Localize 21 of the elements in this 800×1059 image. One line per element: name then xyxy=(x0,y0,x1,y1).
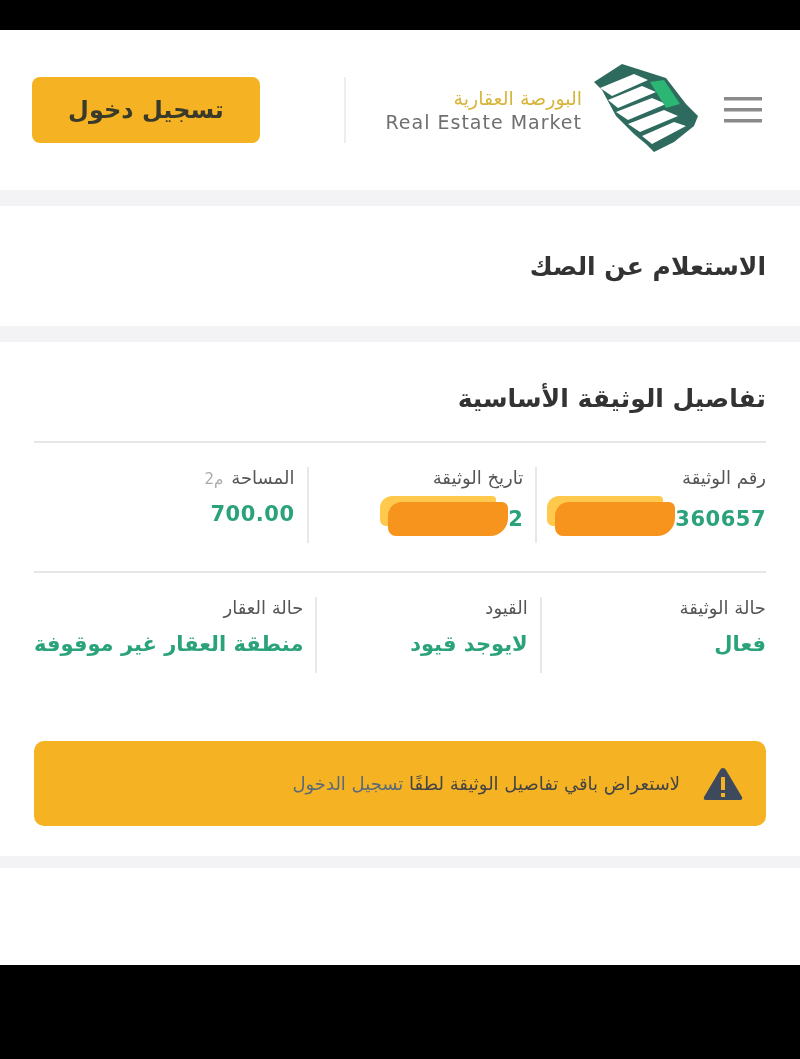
menu-icon[interactable] xyxy=(724,95,762,125)
login-button[interactable]: تسجيل دخول xyxy=(32,77,260,143)
field-value: 700.00 xyxy=(210,502,295,526)
section-title: تفاصيل الوثيقة الأساسية xyxy=(456,384,766,413)
section-title: الاستعلام عن الصك xyxy=(529,251,766,281)
field-value: 2 xyxy=(508,507,524,531)
field-value: منطقة العقار غير موقوفة xyxy=(34,632,304,656)
field-label: تاريخ الوثيقة xyxy=(432,467,524,488)
logo-arabic-text: البورصة العقارية xyxy=(453,87,582,109)
notice-text: لاستعراض باقي تفاصيل الوثيقة لطفًا تسجيل الدخول xyxy=(292,773,680,794)
field-label: رقم الوثيقة xyxy=(682,467,766,488)
field-value: 360657 xyxy=(675,507,766,531)
field-value: فعال xyxy=(714,632,766,656)
unit-label: م2 xyxy=(204,470,224,488)
logo-english-text: Real Estate Market xyxy=(385,111,582,133)
field-label: القيود xyxy=(485,597,528,618)
field-label: المساحة xyxy=(231,467,295,488)
field-label: حالة الوثيقة xyxy=(679,597,766,618)
field-value: لايوجد قيود xyxy=(410,632,528,656)
warning-icon xyxy=(702,765,744,802)
field-label: حالة العقار xyxy=(223,597,304,618)
